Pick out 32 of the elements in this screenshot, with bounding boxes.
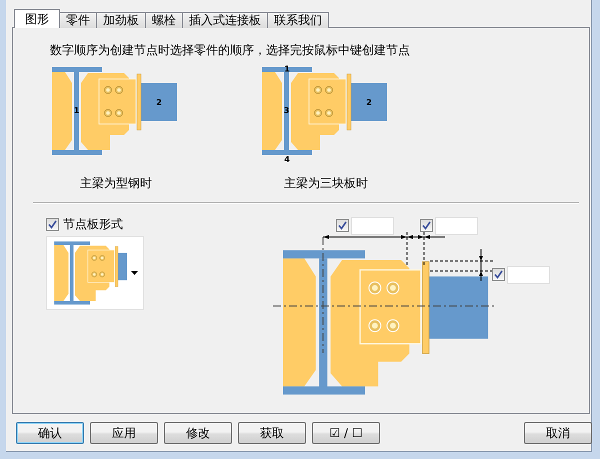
checkbox-label: 节点板形式 [63, 216, 123, 233]
tab[interactable]: 零件 [59, 12, 97, 28]
tab[interactable]: 联系我们 [267, 12, 329, 28]
tab[interactable]: 图形 [14, 9, 60, 28]
dialog-button[interactable]: 取消 [524, 422, 592, 444]
part-number: 2 [366, 98, 372, 107]
part-number: 4 [284, 155, 290, 163]
dimension-input-field[interactable] [507, 266, 550, 284]
gusset-style-dropdown[interactable] [46, 236, 144, 310]
tab[interactable]: 加劲板 [96, 12, 146, 28]
dialog-button[interactable]: 确认 [16, 422, 84, 444]
diagram-caption: 主梁为三块板时 [284, 175, 368, 192]
dialog-button[interactable]: 应用 [90, 422, 158, 444]
dimension-checkbox[interactable] [420, 219, 433, 232]
instruction-text: 数字顺序为创建节点时选择零件的顺序，选择完按鼠标中键创建节点 [49, 42, 411, 59]
part-number: 2 [156, 98, 162, 107]
tab[interactable]: 螺栓 [145, 12, 183, 28]
dimension-checkbox[interactable] [336, 219, 349, 232]
gusset-checkbox[interactable] [46, 218, 59, 231]
part-number: 3 [284, 106, 290, 115]
part-number: 1 [74, 106, 80, 115]
part-number: 1 [284, 65, 290, 74]
dimension-input-field[interactable] [351, 217, 394, 235]
dropdown-caret-icon [131, 271, 138, 275]
dimension-checkbox[interactable] [492, 268, 505, 281]
tab[interactable]: 插入式连接板 [182, 12, 268, 28]
diagram-caption: 主梁为型钢时 [80, 175, 152, 192]
joint-thumbnail-icon [54, 241, 127, 305]
toggle-all-button[interactable]: ☑ / ☐ [312, 422, 380, 444]
dialog-button[interactable]: 修改 [164, 422, 232, 444]
dialog-button[interactable]: 获取 [238, 422, 306, 444]
dimension-input-field[interactable] [435, 217, 478, 235]
